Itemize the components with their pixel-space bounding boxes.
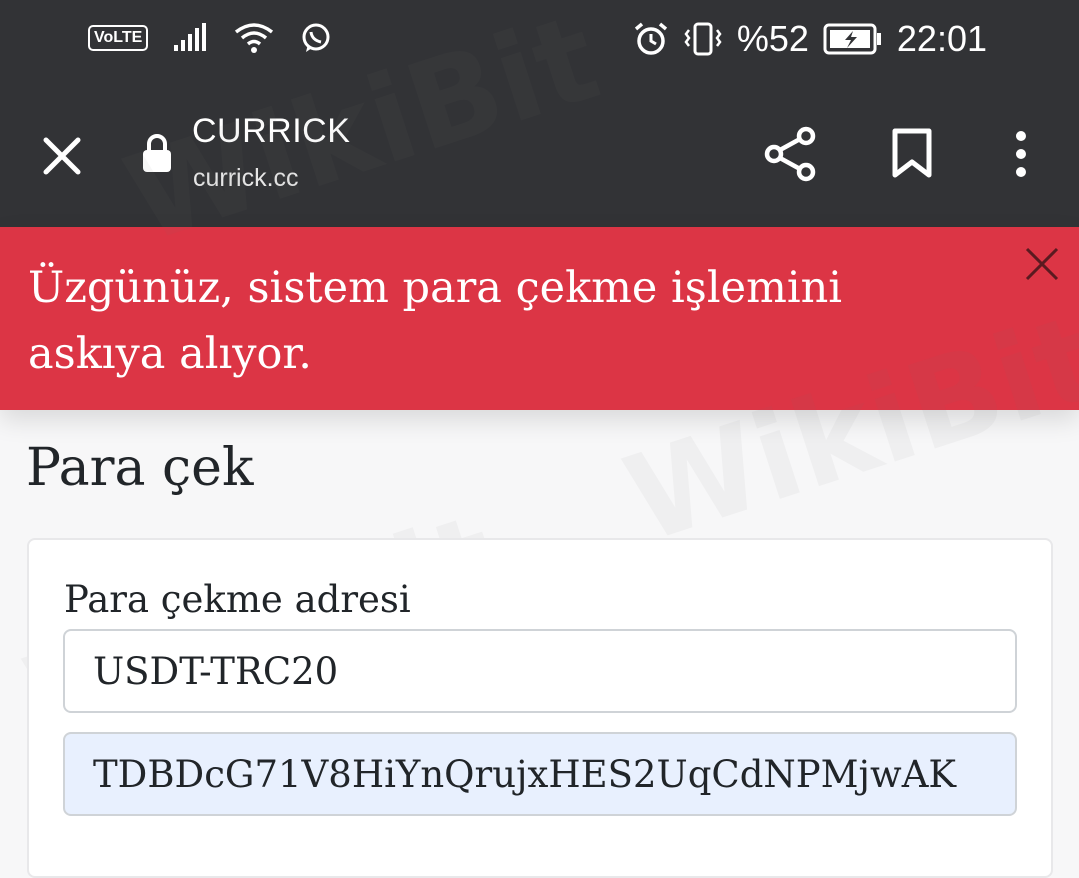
error-alert: Üzgünüz, sistem para çekme işlemini askı…: [0, 227, 1079, 410]
site-title: CURRICK: [192, 112, 351, 150]
battery-charging-icon: [823, 23, 881, 55]
browser-toolbar: CURRICK currick.cc: [0, 84, 1079, 227]
wallet-address-input[interactable]: TDBDcG71V8HiYnQrujxHES2UqCdNPMjwAK: [63, 732, 1017, 816]
network-select-value: USDT-TRC20: [93, 649, 339, 693]
withdraw-address-label: Para çekme adresi: [64, 578, 411, 621]
page-title: Para çek: [26, 438, 254, 498]
site-url[interactable]: currick.cc: [193, 164, 299, 193]
bookmark-icon[interactable]: [890, 128, 934, 178]
network-select[interactable]: USDT-TRC20: [63, 629, 1017, 713]
lock-icon[interactable]: [140, 132, 174, 174]
signal-icon: [174, 23, 207, 51]
volte-indicator: VoLTE: [88, 25, 149, 51]
vibrate-icon: [684, 22, 722, 56]
alert-close-icon[interactable]: [1022, 244, 1062, 284]
battery-percent: %52: [736, 18, 809, 59]
share-icon[interactable]: [764, 126, 818, 182]
status-bar: VoLTE %52 22:01: [0, 0, 1079, 84]
alarm-icon: [634, 22, 667, 55]
wifi-icon: [235, 23, 274, 53]
close-icon[interactable]: [40, 134, 84, 178]
more-vert-icon[interactable]: [1004, 128, 1038, 180]
alert-message: Üzgünüz, sistem para çekme işlemini askı…: [28, 263, 843, 379]
clock: 22:01: [896, 18, 987, 59]
wallet-address-value: TDBDcG71V8HiYnQrujxHES2UqCdNPMjwAK: [93, 752, 957, 796]
whatsapp-icon: [302, 23, 330, 52]
